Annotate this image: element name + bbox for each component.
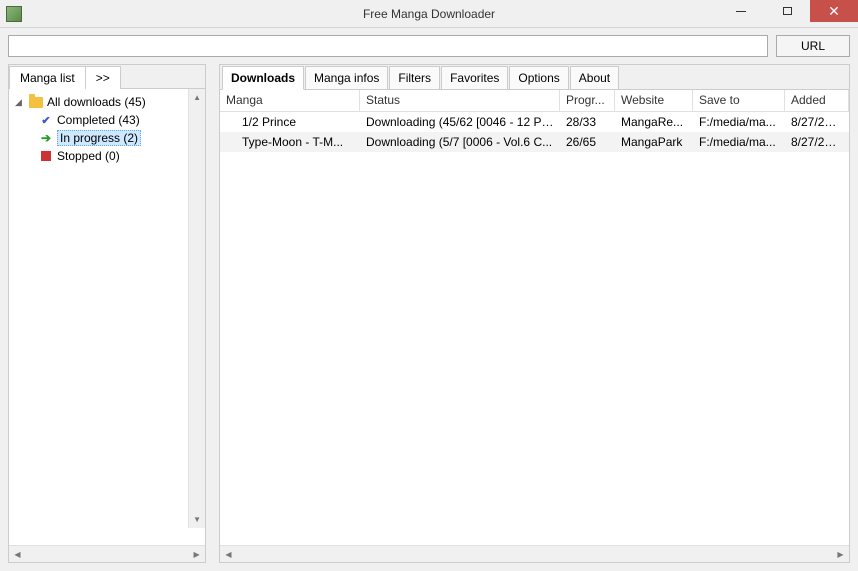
tree-label: In progress (2) xyxy=(57,130,141,146)
cell-website: MangaPark xyxy=(615,133,693,151)
col-status[interactable]: Status xyxy=(360,90,560,111)
url-bar: URL xyxy=(0,28,858,64)
main-area: Manga list >> ◢ All downloads (45) ✔ Com… xyxy=(0,64,858,571)
collapse-icon[interactable]: ◢ xyxy=(15,97,25,108)
grid-body[interactable]: 1/2 Prince Downloading (45/62 [0046 - 12… xyxy=(220,112,849,545)
tree-label: All downloads (45) xyxy=(47,95,146,109)
vertical-scrollbar[interactable]: ▲ ▼ xyxy=(188,89,205,528)
right-panel: Downloads Manga infos Filters Favorites … xyxy=(219,64,850,563)
tree-item-in-progress[interactable]: ➔ In progress (2) xyxy=(11,129,203,147)
right-tabs: Downloads Manga infos Filters Favorites … xyxy=(220,65,849,90)
tree-label: Stopped (0) xyxy=(57,149,120,163)
col-website[interactable]: Website xyxy=(615,90,693,111)
arrow-right-icon: ➔ xyxy=(39,131,53,145)
maximize-button[interactable] xyxy=(764,0,810,22)
scroll-down-icon[interactable]: ▼ xyxy=(189,511,205,528)
grid-header: Manga Status Progr... Website Save to Ad… xyxy=(220,90,849,112)
tab-about[interactable]: About xyxy=(570,66,619,90)
tab-downloads[interactable]: Downloads xyxy=(222,66,304,90)
left-panel: Manga list >> ◢ All downloads (45) ✔ Com… xyxy=(8,64,206,563)
tree-root-all-downloads[interactable]: ◢ All downloads (45) xyxy=(11,93,203,111)
cell-progress: 28/33 xyxy=(560,113,615,131)
cell-save-to: F:/media/ma... xyxy=(693,133,785,151)
grid-horizontal-scrollbar[interactable]: ◀ ▶ xyxy=(220,545,849,562)
left-tabs: Manga list >> xyxy=(9,65,205,89)
minimize-button[interactable] xyxy=(718,0,764,22)
scroll-right-icon[interactable]: ▶ xyxy=(832,546,849,562)
splitter[interactable] xyxy=(210,64,215,563)
tab-expand[interactable]: >> xyxy=(85,66,121,89)
scroll-up-icon[interactable]: ▲ xyxy=(189,89,205,106)
cell-status: Downloading (45/62 [0046 - 12 Pri... xyxy=(360,113,560,131)
cell-added: 8/27/2013 xyxy=(785,113,849,131)
app-icon xyxy=(6,6,22,22)
cell-progress: 26/65 xyxy=(560,133,615,151)
cell-status: Downloading (5/7 [0006 - Vol.6 C... xyxy=(360,133,560,151)
scroll-left-icon[interactable]: ◀ xyxy=(9,546,26,563)
cell-manga: Type-Moon - T-M... xyxy=(220,133,360,151)
cell-manga: 1/2 Prince xyxy=(220,113,360,131)
cell-save-to: F:/media/ma... xyxy=(693,113,785,131)
downloads-grid: Manga Status Progr... Website Save to Ad… xyxy=(220,90,849,562)
col-added[interactable]: Added xyxy=(785,90,849,111)
cell-added: 8/27/2013 xyxy=(785,133,849,151)
check-icon: ✔ xyxy=(39,114,53,127)
tree-item-stopped[interactable]: Stopped (0) xyxy=(11,147,203,165)
tab-options[interactable]: Options xyxy=(509,66,568,90)
folder-icon xyxy=(29,97,43,108)
tree-item-completed[interactable]: ✔ Completed (43) xyxy=(11,111,203,129)
tree-label: Completed (43) xyxy=(57,113,140,127)
window-buttons: ✕ xyxy=(718,0,858,22)
cell-website: MangaRe... xyxy=(615,113,693,131)
downloads-tree[interactable]: ◢ All downloads (45) ✔ Completed (43) ➔ … xyxy=(9,89,205,169)
tree-container: ◢ All downloads (45) ✔ Completed (43) ➔ … xyxy=(9,89,205,545)
scroll-left-icon[interactable]: ◀ xyxy=(220,546,237,562)
url-button[interactable]: URL xyxy=(776,35,850,57)
tab-favorites[interactable]: Favorites xyxy=(441,66,508,90)
title-bar: Free Manga Downloader ✕ xyxy=(0,0,858,28)
col-manga[interactable]: Manga xyxy=(220,90,360,111)
tab-filters[interactable]: Filters xyxy=(389,66,440,90)
url-input[interactable] xyxy=(8,35,768,57)
tab-manga-list[interactable]: Manga list xyxy=(9,66,86,89)
close-button[interactable]: ✕ xyxy=(810,0,858,22)
horizontal-scrollbar[interactable]: ◀ ▶ xyxy=(9,545,205,562)
scroll-right-icon[interactable]: ▶ xyxy=(188,546,205,563)
col-save-to[interactable]: Save to xyxy=(693,90,785,111)
window-title: Free Manga Downloader xyxy=(363,7,495,21)
table-row[interactable]: 1/2 Prince Downloading (45/62 [0046 - 12… xyxy=(220,112,849,132)
col-progress[interactable]: Progr... xyxy=(560,90,615,111)
table-row[interactable]: Type-Moon - T-M... Downloading (5/7 [000… xyxy=(220,132,849,152)
stop-icon xyxy=(39,151,53,161)
tab-manga-infos[interactable]: Manga infos xyxy=(305,66,388,90)
